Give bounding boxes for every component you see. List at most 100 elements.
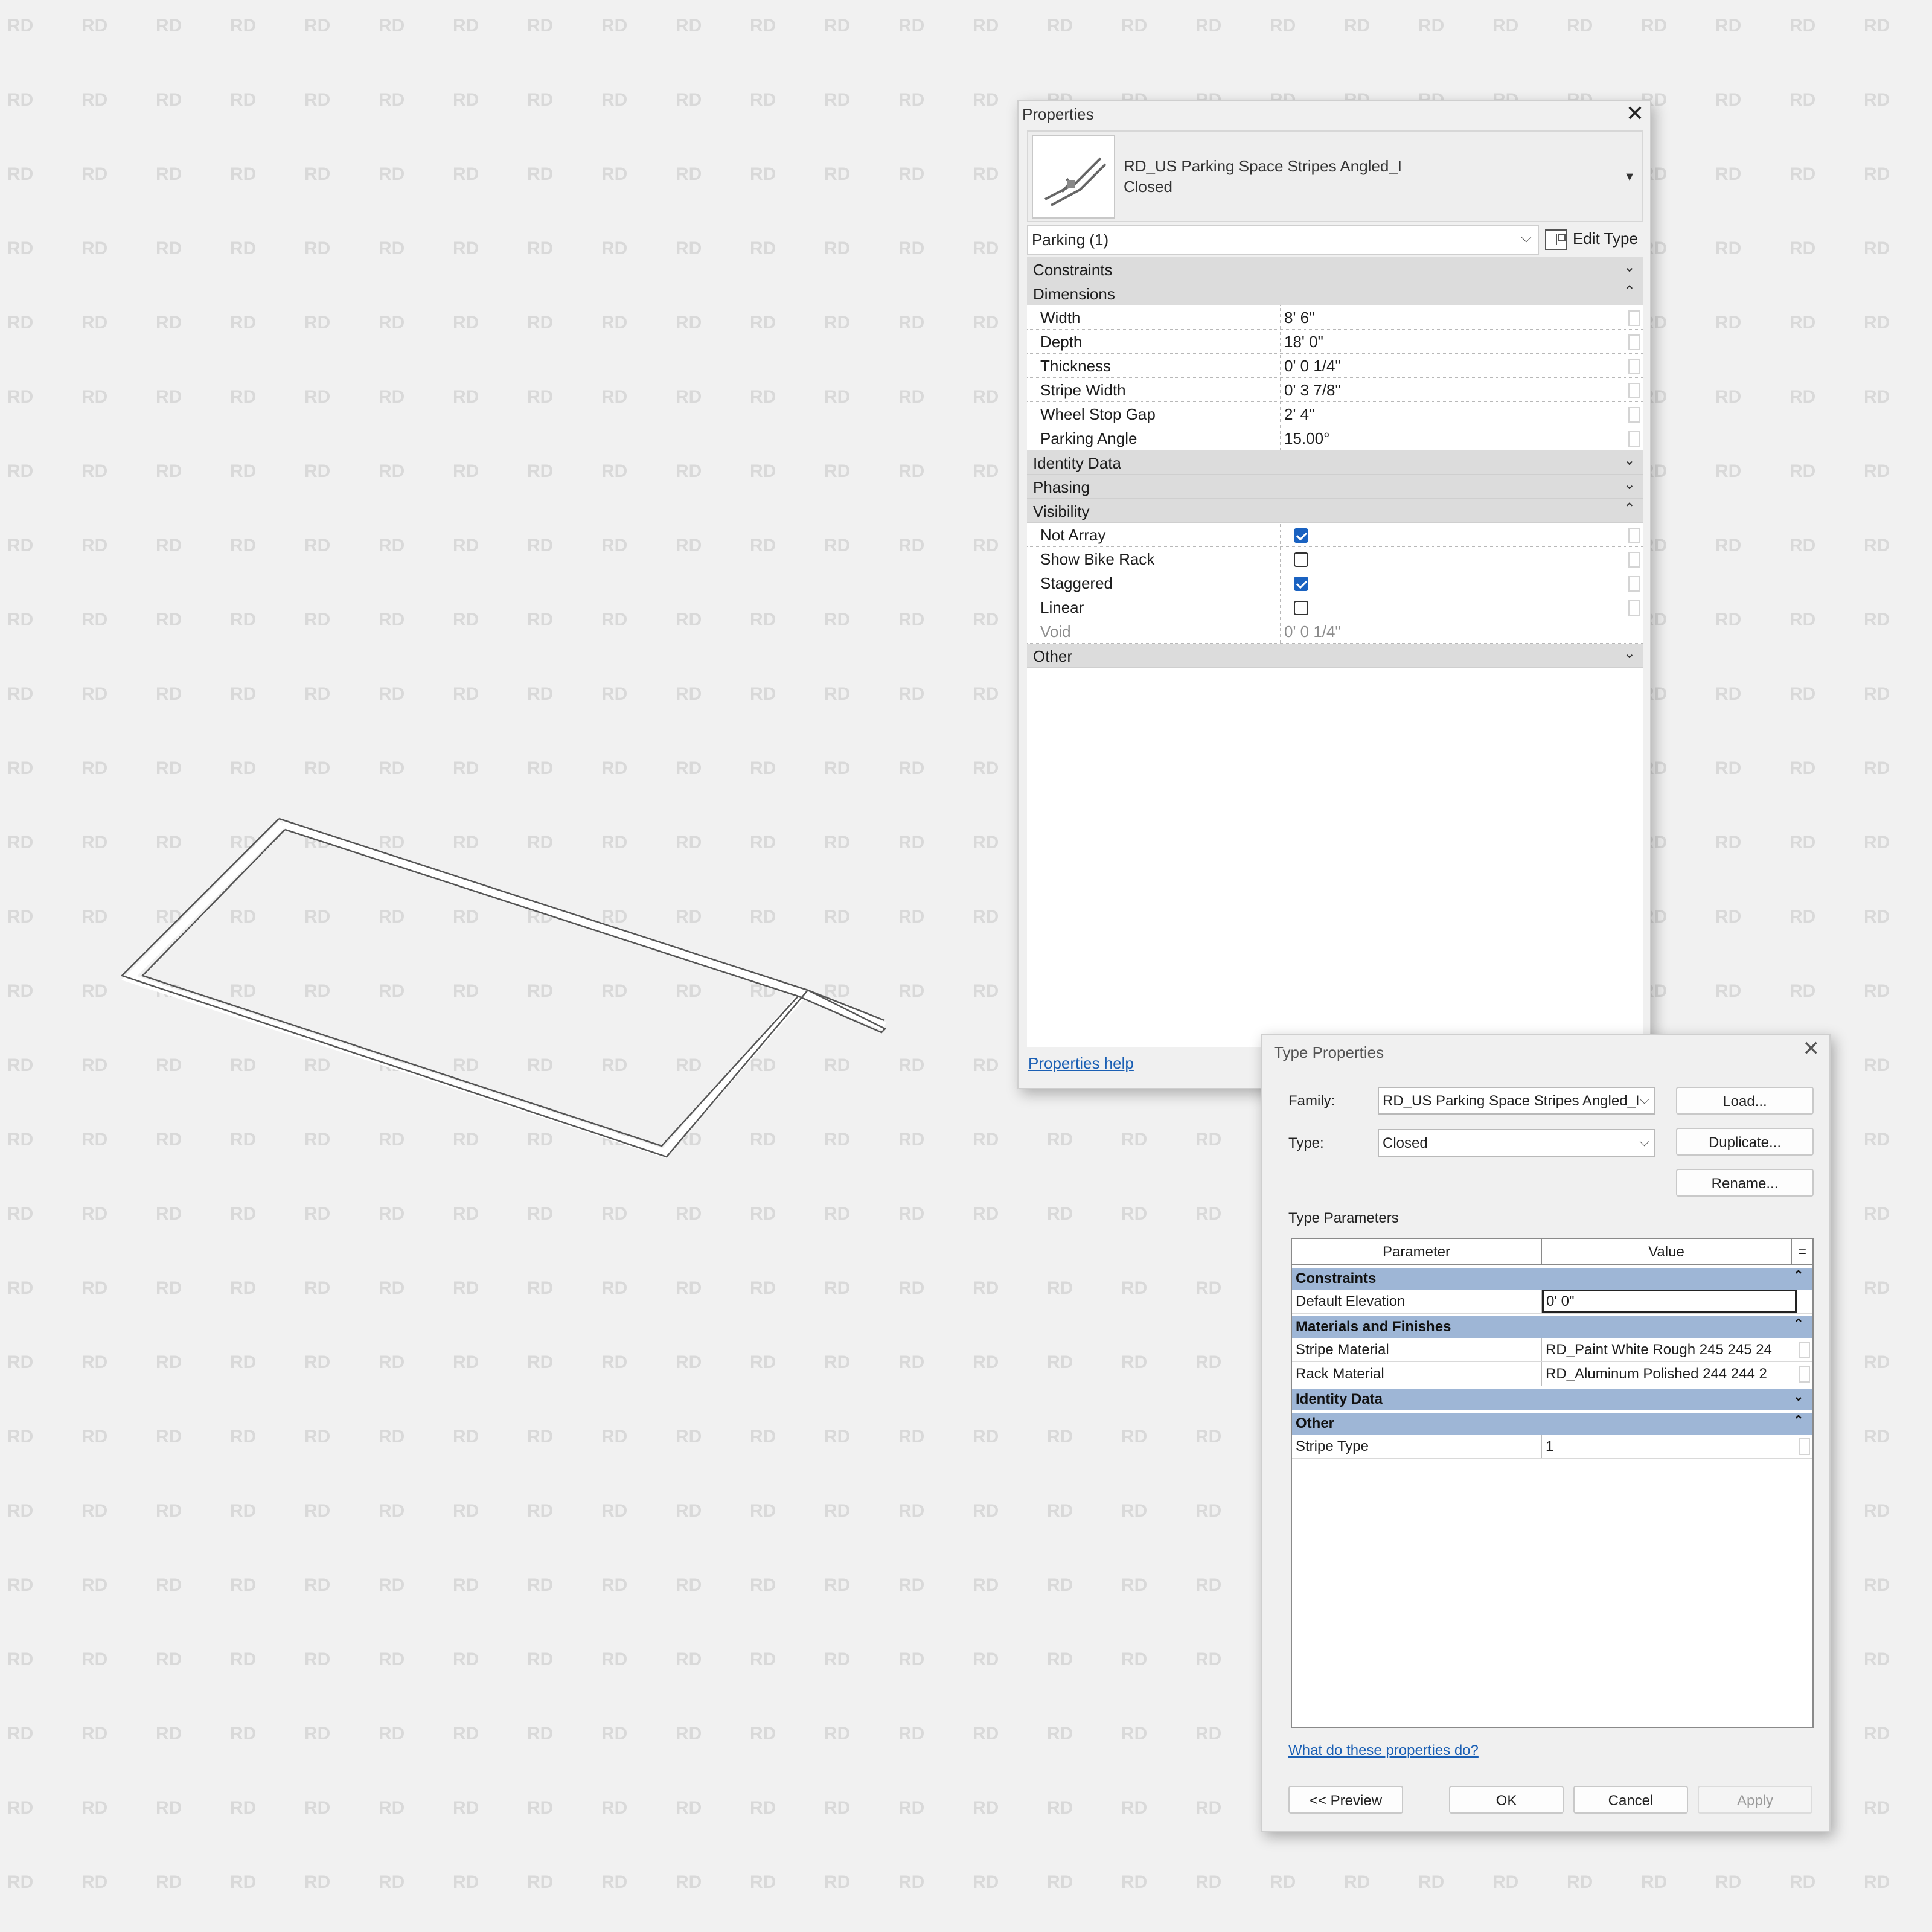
property-row[interactable]: Not Array — [1027, 523, 1643, 547]
param-row-rack-material[interactable]: Rack Material RD_Aluminum Polished 244 2… — [1292, 1362, 1812, 1386]
associate-parameter-button[interactable] — [1628, 334, 1640, 350]
collapse-icon[interactable]: ⌃ — [1623, 283, 1636, 300]
param-row-default-elevation[interactable]: Default Elevation 0' 0" — [1292, 1290, 1812, 1314]
help-link[interactable]: What do these properties do? — [1288, 1742, 1479, 1759]
group-other[interactable]: Other ⌄ — [1027, 644, 1643, 668]
duplicate-button[interactable]: Duplicate... — [1676, 1128, 1814, 1156]
close-icon[interactable]: ✕ — [1803, 1038, 1820, 1059]
group-phasing[interactable]: Phasing ⌄ — [1027, 475, 1643, 499]
group-materials-and-finishes[interactable]: Materials and Finishes ⌃ — [1292, 1316, 1812, 1338]
property-value[interactable]: 0' 3 7/8" — [1281, 378, 1643, 401]
properties-help-link[interactable]: Properties help — [1028, 1054, 1134, 1073]
browse-button[interactable] — [1799, 1438, 1810, 1455]
group-constraints[interactable]: Constraints ⌄ — [1027, 257, 1643, 281]
load-button[interactable]: Load... — [1676, 1087, 1814, 1115]
property-value[interactable]: 18' 0" — [1281, 330, 1643, 353]
group-label: Materials and Finishes — [1296, 1319, 1451, 1335]
property-row[interactable]: Thickness 0' 0 1/4" — [1027, 354, 1643, 378]
edit-type-button[interactable]: Edit Type — [1545, 225, 1638, 255]
collapse-icon[interactable]: ⌃ — [1793, 1413, 1804, 1428]
watermark-text: RD — [156, 1575, 182, 1595]
ok-button[interactable]: OK — [1449, 1786, 1564, 1814]
property-value[interactable] — [1281, 595, 1643, 619]
checkbox[interactable] — [1294, 577, 1308, 591]
column-header-parameter[interactable]: Parameter — [1292, 1239, 1542, 1264]
associate-parameter-button[interactable] — [1628, 407, 1640, 423]
property-row[interactable]: Width 8' 6" — [1027, 305, 1643, 330]
family-dropdown[interactable]: RD_US Parking Space Stripes Angled_I ⌵ — [1378, 1087, 1655, 1115]
param-value-input[interactable]: 0' 0" — [1542, 1290, 1797, 1313]
property-row[interactable]: Show Bike Rack — [1027, 547, 1643, 571]
collapse-icon[interactable]: ⌃ — [1793, 1268, 1804, 1284]
watermark-text: RD — [601, 313, 627, 333]
associate-parameter-button[interactable] — [1628, 431, 1640, 447]
group-constraints[interactable]: Constraints ⌃ — [1292, 1268, 1812, 1290]
associate-parameter-button[interactable] — [1628, 528, 1640, 543]
rename-button[interactable]: Rename... — [1676, 1169, 1814, 1197]
parking-stall-sketch[interactable] — [121, 815, 906, 1177]
property-value[interactable] — [1281, 523, 1643, 546]
browse-button[interactable] — [1799, 1342, 1810, 1358]
property-row[interactable]: Wheel Stop Gap 2' 4" — [1027, 402, 1643, 426]
type-selector[interactable]: RD_US Parking Space Stripes Angled_I Clo… — [1027, 130, 1643, 222]
browse-button[interactable] — [1799, 1366, 1810, 1383]
watermark-text: RD — [750, 238, 776, 258]
associate-parameter-button[interactable] — [1628, 310, 1640, 326]
property-value[interactable]: 15.00° — [1281, 426, 1643, 450]
param-value[interactable]: 1 — [1542, 1435, 1812, 1458]
column-header-equals[interactable]: = — [1792, 1239, 1812, 1264]
param-value[interactable]: RD_Aluminum Polished 244 244 2 — [1542, 1362, 1812, 1386]
watermark-text: RD — [527, 313, 553, 333]
expand-icon[interactable]: ⌄ — [1623, 476, 1636, 493]
watermark-text: RD — [7, 1278, 33, 1298]
associate-parameter-button[interactable] — [1628, 576, 1640, 592]
param-row-stripe-material[interactable]: Stripe Material RD_Paint White Rough 245… — [1292, 1338, 1812, 1362]
dropdown-arrow-icon[interactable]: ▼ — [1623, 170, 1636, 184]
property-value[interactable] — [1281, 571, 1643, 595]
param-row-stripe-type[interactable]: Stripe Type 1 — [1292, 1435, 1812, 1459]
column-header-value[interactable]: Value — [1542, 1239, 1792, 1264]
property-row[interactable]: Parking Angle 15.00° — [1027, 426, 1643, 450]
property-value[interactable]: 0' 0 1/4" — [1281, 354, 1643, 377]
property-value[interactable]: 2' 4" — [1281, 402, 1643, 426]
expand-icon[interactable]: ⌄ — [1623, 452, 1636, 469]
type-parameters-label: Type Parameters — [1288, 1210, 1399, 1226]
checkbox[interactable] — [1294, 528, 1308, 543]
associate-parameter-button[interactable] — [1628, 600, 1640, 616]
watermark-text: RD — [1715, 90, 1741, 110]
close-icon[interactable]: ✕ — [1626, 103, 1644, 124]
group-dimensions[interactable]: Dimensions ⌃ — [1027, 281, 1643, 305]
collapse-icon[interactable]: ⌃ — [1793, 1316, 1804, 1332]
watermark-text: RD — [601, 1278, 627, 1298]
watermark-text: RD — [1790, 536, 1815, 555]
property-row[interactable]: Stripe Width 0' 3 7/8" — [1027, 378, 1643, 402]
property-row[interactable]: Linear — [1027, 595, 1643, 619]
checkbox[interactable] — [1294, 552, 1308, 567]
checkbox[interactable] — [1294, 601, 1308, 615]
property-value[interactable] — [1281, 547, 1643, 571]
param-value[interactable]: RD_Paint White Rough 245 245 24 — [1542, 1338, 1812, 1361]
associate-parameter-button[interactable] — [1628, 383, 1640, 398]
preview-button[interactable]: << Preview — [1288, 1786, 1403, 1814]
group-other[interactable]: Other ⌃ — [1292, 1413, 1812, 1435]
watermark-text: RD — [973, 387, 999, 407]
watermark-text: RD — [379, 1724, 405, 1744]
group-identity-data[interactable]: Identity Data ⌄ — [1027, 450, 1643, 475]
collapse-icon[interactable]: ⌃ — [1623, 500, 1636, 517]
watermark-text: RD — [1641, 1872, 1667, 1892]
property-value[interactable]: 8' 6" — [1281, 305, 1643, 329]
watermark-text: RD — [1195, 1575, 1221, 1595]
associate-parameter-button[interactable] — [1628, 359, 1640, 374]
instance-filter-dropdown[interactable]: Parking (1) ⌵ — [1027, 225, 1539, 255]
group-visibility[interactable]: Visibility ⌃ — [1027, 499, 1643, 523]
expand-icon[interactable]: ⌄ — [1623, 645, 1636, 662]
property-row[interactable]: Staggered — [1027, 571, 1643, 595]
property-row[interactable]: Depth 18' 0" — [1027, 330, 1643, 354]
watermark-text: RD — [7, 981, 33, 1001]
type-dropdown[interactable]: Closed ⌵ — [1378, 1129, 1655, 1157]
group-identity-data[interactable]: Identity Data ⌄ — [1292, 1389, 1812, 1410]
cancel-button[interactable]: Cancel — [1573, 1786, 1688, 1814]
expand-icon[interactable]: ⌄ — [1623, 258, 1636, 276]
associate-parameter-button[interactable] — [1628, 552, 1640, 568]
expand-icon[interactable]: ⌄ — [1793, 1389, 1804, 1404]
